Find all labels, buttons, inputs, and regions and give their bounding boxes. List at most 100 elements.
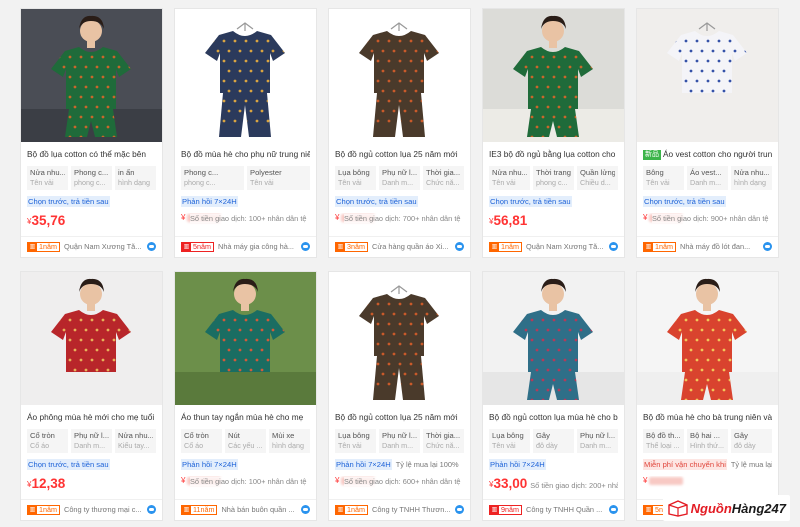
product-image[interactable] bbox=[175, 272, 316, 405]
product-title-text[interactable]: Bộ đồ ngủ cotton lụa mùa hè cho bà bbox=[489, 412, 618, 422]
attribute-value: Áo vest... bbox=[690, 168, 722, 177]
shop-icon: ▥ bbox=[336, 505, 345, 514]
product-grid: Bộ đồ lụa cotton có thể mặc bên Nửa nhu..… bbox=[20, 8, 780, 521]
product-card[interactable]: Áo thun tay ngắn mùa hè cho mẹ Cổ tròn Cổ … bbox=[174, 271, 317, 521]
attribute-key: Tên vải bbox=[30, 178, 54, 187]
shop-name[interactable]: Cửa hàng quần áo Xi... bbox=[372, 242, 453, 251]
product-image[interactable] bbox=[637, 272, 778, 405]
service-badge: Chọn trước, trả tiền sau bbox=[335, 196, 418, 207]
chat-icon[interactable] bbox=[301, 505, 310, 514]
product-card[interactable]: Bộ đồ ngủ cotton lụa mùa hè cho bà Lụa bô… bbox=[482, 271, 625, 521]
product-card[interactable]: Bộ đồ mùa hè cho phụ nữ trung niên Phong … bbox=[174, 8, 317, 258]
attribute-value: Polyester bbox=[250, 168, 282, 177]
product-title-text[interactable]: Bộ đồ mùa hè cho phụ nữ trung niên bbox=[181, 149, 310, 159]
attribute-chip: Phong c... phong c... bbox=[71, 166, 112, 190]
product-title[interactable]: Bộ đồ ngủ cotton lụa 25 năm mới bbox=[335, 412, 464, 423]
attribute-value: Phụ nữ l... bbox=[74, 431, 109, 440]
product-image[interactable] bbox=[175, 9, 316, 142]
product-title-text[interactable]: Áo vest cotton cho người trung bbox=[663, 149, 772, 159]
years-badge: ▥ 1năm bbox=[489, 241, 522, 252]
product-title[interactable]: Bộ đồ mùa hè cho bà trung niên và bbox=[643, 412, 772, 423]
chat-icon[interactable] bbox=[455, 505, 464, 514]
chat-icon[interactable] bbox=[301, 242, 310, 251]
divider bbox=[483, 236, 624, 237]
attribute-chip: Bông Tên vải bbox=[643, 166, 684, 190]
seller-row[interactable]: ▥ 1năm Công ty thương mại c... bbox=[27, 504, 156, 515]
watermark-brand-a: Nguồn bbox=[690, 500, 732, 516]
currency-symbol: ¥ bbox=[181, 213, 186, 222]
seller-row[interactable]: ▥ 1năm Nhà máy đồ lót đan... bbox=[643, 241, 772, 252]
price-row: ¥ Số tiền giao dịch: 700+ nhân dân tệ bbox=[335, 213, 464, 229]
attribute-value: Cổ tròn bbox=[30, 431, 55, 440]
product-card[interactable]: Bộ đồ ngủ cotton lụa 25 năm mới Lụa bông T… bbox=[328, 8, 471, 258]
attribute-value: Phụ nữ l... bbox=[382, 168, 417, 177]
product-title-text[interactable]: IE3 bộ đồ ngủ bằng lụa cotton cho bbox=[489, 149, 615, 159]
product-image[interactable] bbox=[637, 9, 778, 142]
shop-icon: ▥ bbox=[28, 505, 37, 514]
chat-icon[interactable] bbox=[609, 505, 618, 514]
service-badges: Miễn phí vận chuyển khiTỷ lệ mua lại 100… bbox=[643, 459, 772, 470]
product-title-text[interactable]: Bộ đồ mùa hè cho bà trung niên và bbox=[643, 412, 772, 422]
product-title-text[interactable]: Áo thun tay ngắn mùa hè cho mẹ bbox=[181, 412, 303, 422]
shop-icon: ▥ bbox=[644, 505, 653, 514]
price-row: ¥ Số tiền giao dịch: 100+ nhân dân tệ bbox=[181, 476, 310, 492]
product-card[interactable]: 新品 Áo vest cotton cho người trung Bông Tên … bbox=[636, 8, 779, 258]
attribute-value: Nửa nhu... bbox=[30, 168, 65, 177]
product-image[interactable] bbox=[483, 272, 624, 405]
product-title[interactable]: Bộ đồ mùa hè cho phụ nữ trung niên bbox=[181, 149, 310, 160]
product-title-text[interactable]: Bộ đồ ngủ cotton lụa 25 năm mới bbox=[335, 412, 458, 422]
chat-icon[interactable] bbox=[455, 242, 464, 251]
product-image[interactable] bbox=[21, 9, 162, 142]
attribute-value: Nửa nhu... bbox=[492, 168, 527, 177]
product-card[interactable]: Áo phông mùa hè mới cho mẹ tuổi Cổ tròn Cổ… bbox=[20, 271, 163, 521]
product-title[interactable]: Áo phông mùa hè mới cho mẹ tuổi bbox=[27, 412, 156, 423]
shop-name[interactable]: Công ty TNHH Quần ... bbox=[526, 505, 607, 514]
product-title-text[interactable]: Bộ đồ lụa cotton có thể mặc bên bbox=[27, 149, 146, 159]
product-image[interactable] bbox=[329, 9, 470, 142]
transaction-amount: Số tiền giao dịch: 600+ nhân dân tệ bbox=[344, 477, 461, 486]
seller-row[interactable]: ▥ 1năm Quận Nam Xương Tă... bbox=[27, 241, 156, 252]
product-card[interactable]: Bộ đồ mùa hè cho bà trung niên và Bộ đồ t… bbox=[636, 271, 779, 521]
shop-name[interactable]: Công ty thương mại c... bbox=[64, 505, 145, 514]
years-value: 9năm bbox=[501, 504, 519, 514]
chat-icon[interactable] bbox=[763, 242, 772, 251]
product-image[interactable] bbox=[483, 9, 624, 142]
divider bbox=[175, 236, 316, 237]
product-image[interactable] bbox=[21, 272, 162, 405]
shop-name[interactable]: Nhà máy gia công hà... bbox=[218, 242, 299, 251]
product-title[interactable]: Áo thun tay ngắn mùa hè cho mẹ bbox=[181, 412, 310, 423]
seller-row[interactable]: ▥ 1năm Công ty TNHH Thươn... bbox=[335, 504, 464, 515]
shop-name[interactable]: Công ty TNHH Thươn... bbox=[372, 505, 453, 514]
product-title[interactable]: 新品 Áo vest cotton cho người trung bbox=[643, 149, 772, 160]
seller-row[interactable]: ▥ 5năm Nhà máy gia công hà... bbox=[181, 241, 310, 252]
years-value: 1năm bbox=[655, 241, 673, 251]
product-card[interactable]: Bộ đồ lụa cotton có thể mặc bên Nửa nhu..… bbox=[20, 8, 163, 258]
attribute-key: Danh m... bbox=[382, 441, 414, 450]
shop-name[interactable]: Quận Nam Xương Tă... bbox=[64, 242, 145, 251]
attribute-chip: Thời trang phong c... bbox=[533, 166, 574, 190]
seller-row[interactable]: ▥ 11năm Nhà bán buôn quần ... bbox=[181, 504, 310, 515]
chat-icon[interactable] bbox=[147, 242, 156, 251]
product-title-text[interactable]: Áo phông mùa hè mới cho mẹ tuổi bbox=[27, 412, 154, 422]
shop-name[interactable]: Nhà bán buôn quần ... bbox=[221, 505, 299, 514]
product-card[interactable]: IE3 bộ đồ ngủ bằng lụa cotton cho Nửa nhu… bbox=[482, 8, 625, 258]
product-title[interactable]: Bộ đồ ngủ cotton lụa 25 năm mới bbox=[335, 149, 464, 160]
chat-icon[interactable] bbox=[609, 242, 618, 251]
currency-symbol: ¥ bbox=[643, 476, 648, 485]
product-title[interactable]: Bộ đồ ngủ cotton lụa mùa hè cho bà bbox=[489, 412, 618, 423]
shop-name[interactable]: Nhà máy đồ lót đan... bbox=[680, 242, 761, 251]
product-card[interactable]: Bộ đồ ngủ cotton lụa 25 năm mới Lụa bông T… bbox=[328, 271, 471, 521]
watermark-brand-b: Hàng bbox=[731, 500, 765, 516]
product-title[interactable]: IE3 bộ đồ ngủ bằng lụa cotton cho bbox=[489, 149, 618, 160]
product-title-text[interactable]: Bộ đồ ngủ cotton lụa 25 năm mới bbox=[335, 149, 458, 159]
chat-icon[interactable] bbox=[147, 505, 156, 514]
product-title[interactable]: Bộ đồ lụa cotton có thể mặc bên bbox=[27, 149, 156, 160]
attribute-key: phong c... bbox=[74, 178, 106, 187]
seller-row[interactable]: ▥ 9năm Công ty TNHH Quần ... bbox=[489, 504, 618, 515]
years-badge: ▥ 11năm bbox=[181, 504, 218, 515]
seller-row[interactable]: ▥ 3năm Cửa hàng quần áo Xi... bbox=[335, 241, 464, 252]
shop-name[interactable]: Quận Nam Xương Tă... bbox=[526, 242, 607, 251]
product-image[interactable] bbox=[329, 272, 470, 405]
seller-row[interactable]: ▥ 1năm Quận Nam Xương Tă... bbox=[489, 241, 618, 252]
service-badge: Chọn trước, trả tiền sau bbox=[27, 196, 110, 207]
